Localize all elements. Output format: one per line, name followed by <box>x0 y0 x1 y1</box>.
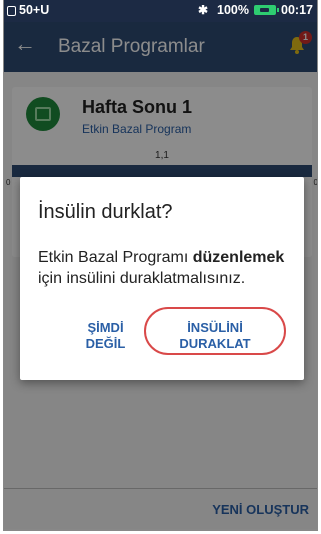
pause-insulin-dialog: İnsülin durklat? Etkin Bazal Programı dü… <box>20 177 304 380</box>
status-right: ✱ 100% 00:17 <box>198 3 313 17</box>
not-now-button[interactable]: ŞİMDİ DEĞİL <box>68 320 143 352</box>
pause-insulin-label: İNSÜLİNİ DURAKLAT <box>148 320 282 352</box>
status-bar: 50+U ✱ 100% 00:17 <box>4 0 317 22</box>
dialog-title: İnsülin durklat? <box>38 201 173 223</box>
battery-percent: 100% <box>217 3 250 17</box>
dialog-message-part1: Etkin Bazal Programı <box>38 249 193 266</box>
battery-icon <box>254 5 280 15</box>
status-left-text: 50+U <box>19 3 50 17</box>
not-now-line1: ŞİMDİ <box>87 320 124 335</box>
not-now-line2: DEĞİL <box>85 336 126 351</box>
device-screen: 50+U ✱ 100% 00:17 ← Bazal Programlar 1 H… <box>3 0 318 531</box>
pause-insulin-button[interactable]: İNSÜLİNİ DURAKLAT <box>144 307 286 355</box>
pause-line2: DURAKLAT <box>179 336 251 351</box>
dialog-message: Etkin Bazal Programı düzenlemek için ins… <box>38 247 300 289</box>
dialog-message-part2: için insülini duraklatmalısınız. <box>38 270 246 287</box>
status-left: 50+U <box>7 3 49 17</box>
lock-icon <box>7 6 16 16</box>
dialog-message-bold: düzenlemek <box>192 249 285 266</box>
bluetooth-icon: ✱ <box>197 3 209 17</box>
pause-line1: İNSÜLİNİ <box>187 320 243 335</box>
clock: 00:17 <box>281 3 313 17</box>
